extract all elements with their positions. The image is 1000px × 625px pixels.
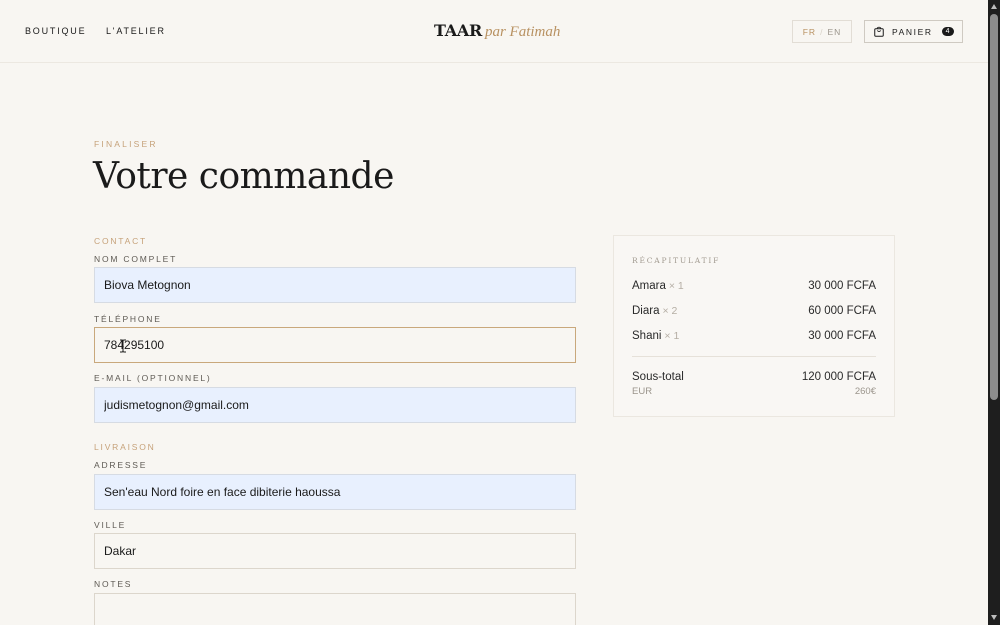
summary-divider	[632, 356, 876, 357]
summary-item: Amara × 1 30 000 FCFA	[632, 280, 876, 294]
page-scrollbar[interactable]	[988, 0, 1000, 625]
nav-atelier-link[interactable]: L'ATELIER	[106, 26, 166, 36]
phone-label: TÉLÉPHONE	[94, 314, 162, 324]
phone-input[interactable]	[94, 327, 576, 363]
contact-section-label: CONTACT	[94, 236, 148, 246]
language-switcher: FR / EN	[792, 20, 852, 43]
email-input[interactable]	[94, 387, 576, 423]
summary-item-price: 60 000 FCFA	[808, 305, 876, 317]
eur-value: 260€	[854, 386, 876, 397]
summary-title: RÉCAPITULATIF	[632, 256, 721, 265]
summary-item: Diara × 2 60 000 FCFA	[632, 305, 876, 319]
checkout-eyebrow: FINALISER	[94, 139, 158, 149]
summary-item-qty: × 2	[662, 305, 678, 317]
summary-item-label: Diara × 2	[632, 305, 677, 319]
logo-sub-text: par Fatimah	[484, 24, 561, 40]
lang-fr-option[interactable]: FR	[803, 27, 816, 37]
brand-logo[interactable]: TAAR par Fatimah	[434, 21, 560, 41]
city-label: VILLE	[94, 520, 127, 530]
summary-item-label: Amara × 1	[632, 280, 684, 294]
lang-separator: /	[820, 26, 824, 37]
email-label: E-MAIL (OPTIONNEL)	[94, 373, 212, 383]
lang-en-option[interactable]: EN	[827, 27, 841, 37]
scroll-down-arrow-icon[interactable]	[991, 615, 997, 620]
address-input[interactable]	[94, 474, 576, 510]
cart-button[interactable]: PANIER 4	[864, 20, 963, 43]
eur-label: EUR	[632, 386, 653, 397]
notes-label: NOTES	[94, 579, 133, 589]
subtotal-row: Sous-total 120 000 FCFA	[632, 371, 876, 385]
scroll-up-arrow-icon[interactable]	[991, 4, 997, 9]
address-label: ADRESSE	[94, 460, 148, 470]
cart-label: PANIER	[892, 26, 933, 37]
summary-item-price: 30 000 FCFA	[808, 280, 876, 292]
shopping-bag-icon	[874, 26, 884, 37]
order-summary: RÉCAPITULATIF Amara × 1 30 000 FCFA Diara…	[613, 235, 895, 417]
delivery-section-label: LIVRAISON	[94, 442, 156, 452]
city-input[interactable]	[94, 533, 576, 569]
notes-textarea[interactable]	[94, 593, 576, 625]
summary-item-label: Shani × 1	[632, 330, 679, 344]
eur-row: EUR 260€	[632, 386, 876, 397]
site-header: BOUTIQUE L'ATELIER TAAR par Fatimah FR / …	[0, 0, 988, 63]
cart-count-badge: 4	[941, 27, 954, 36]
summary-item-qty: × 1	[664, 330, 680, 342]
name-label: NOM COMPLET	[94, 254, 178, 264]
summary-item: Shani × 1 30 000 FCFA	[632, 330, 876, 344]
nav-boutique-link[interactable]: BOUTIQUE	[25, 26, 86, 36]
summary-item-name: Amara	[632, 280, 666, 292]
name-input[interactable]	[94, 267, 576, 303]
summary-item-qty: × 1	[668, 280, 684, 292]
subtotal-label: Sous-total	[632, 371, 684, 383]
subtotal-value: 120 000 FCFA	[801, 371, 876, 383]
summary-item-price: 30 000 FCFA	[808, 330, 876, 342]
page-title: Votre commande	[93, 156, 394, 197]
summary-item-name: Diara	[632, 305, 660, 317]
summary-item-name: Shani	[632, 330, 662, 342]
scrollbar-thumb[interactable]	[990, 14, 998, 400]
checkout-page: BOUTIQUE L'ATELIER TAAR par Fatimah FR / …	[0, 0, 988, 625]
logo-main-text: TAAR	[434, 21, 482, 40]
